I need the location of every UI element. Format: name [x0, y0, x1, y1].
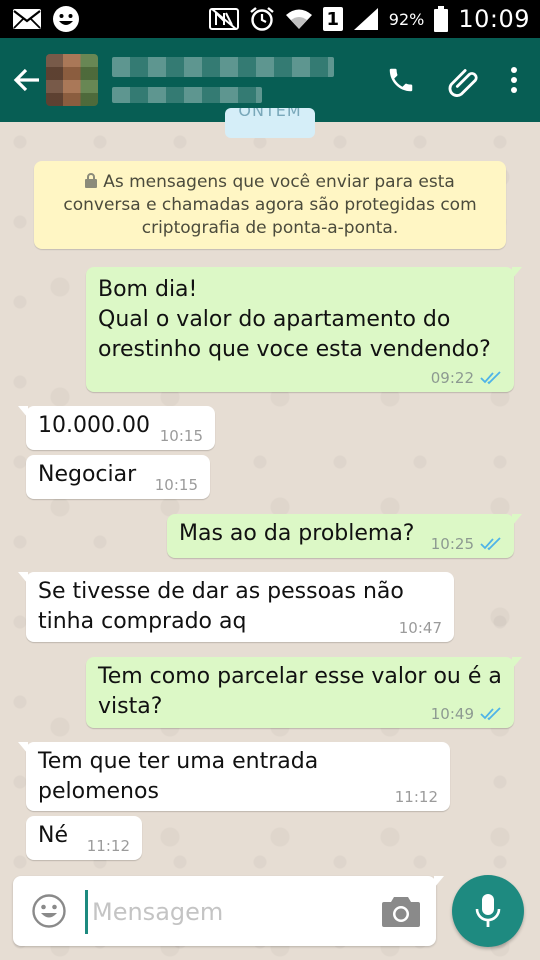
- message-input[interactable]: [85, 890, 374, 934]
- message-bubble-incoming[interactable]: Tem que ter uma entrada pelomenos 11:12: [18, 742, 450, 811]
- contact-avatar[interactable]: [46, 54, 98, 106]
- message-time: 10:15: [159, 427, 203, 445]
- mic-icon: [475, 894, 501, 927]
- back-button[interactable]: [2, 38, 52, 122]
- message-text: Tem que ter uma entrada pelomenos: [38, 749, 319, 804]
- alarm-icon: [250, 7, 274, 31]
- emoji-icon[interactable]: [31, 893, 67, 929]
- encryption-notice[interactable]: As mensagens que você enviar para esta c…: [34, 161, 506, 249]
- message-bubble-incoming[interactable]: Né 11:12: [26, 816, 142, 860]
- lock-icon: [85, 172, 98, 188]
- mic-button[interactable]: [452, 875, 524, 947]
- message-composer: [13, 876, 444, 946]
- date-chip: ONTEM: [225, 108, 315, 138]
- message-time: 10:47: [398, 619, 442, 637]
- mail-icon: [13, 9, 41, 29]
- message-bubble-incoming[interactable]: Se tivesse de dar as pessoas não tinha c…: [18, 572, 454, 642]
- message-text: Bom dia! Qual o valor do apartamento do …: [98, 277, 491, 362]
- phone-icon[interactable]: [386, 65, 416, 95]
- read-ticks-icon: [480, 537, 501, 551]
- message-bubble-outgoing[interactable]: Mas ao da problema? 10:25: [167, 514, 522, 558]
- message-time: 11:12: [86, 837, 130, 855]
- camera-icon[interactable]: [381, 893, 421, 929]
- message-text: Se tivesse de dar as pessoas não tinha c…: [38, 579, 404, 634]
- nfc-icon: [208, 8, 239, 30]
- status-bar: 1 92% 10:09: [0, 0, 540, 38]
- contact-info[interactable]: [112, 57, 334, 103]
- message-bubble-incoming[interactable]: Negociar 10:15: [26, 455, 210, 499]
- contact-name-redacted: [112, 57, 334, 77]
- battery-icon: [434, 6, 449, 32]
- message-time: 09:22: [430, 369, 474, 387]
- message-time: 10:25: [430, 535, 474, 553]
- clock: 10:09: [458, 5, 530, 33]
- wifi-icon: [285, 9, 312, 29]
- read-ticks-icon: [480, 707, 501, 721]
- read-ticks-icon: [480, 371, 501, 385]
- smiley-notification-icon: [53, 6, 79, 32]
- paperclip-icon[interactable]: [446, 63, 480, 97]
- message-time: 10:15: [154, 476, 198, 494]
- message-bubble-incoming[interactable]: 10.000.00 10:15: [18, 406, 215, 450]
- message-time: 11:12: [394, 788, 438, 806]
- sim-slot-badge: 1: [322, 7, 343, 31]
- back-arrow-icon: [13, 68, 39, 92]
- encryption-notice-text: As mensagens que você enviar para esta c…: [63, 171, 477, 238]
- battery-percent: 92%: [388, 9, 425, 29]
- message-bubble-outgoing[interactable]: Bom dia! Qual o valor do apartamento do …: [86, 267, 522, 392]
- contact-status-redacted: [112, 87, 262, 103]
- signal-icon: [353, 8, 378, 30]
- overflow-menu-icon[interactable]: [510, 66, 518, 94]
- message-time: 10:49: [430, 705, 474, 723]
- message-bubble-outgoing[interactable]: Tem como parcelar esse valor ou é a vist…: [86, 657, 522, 728]
